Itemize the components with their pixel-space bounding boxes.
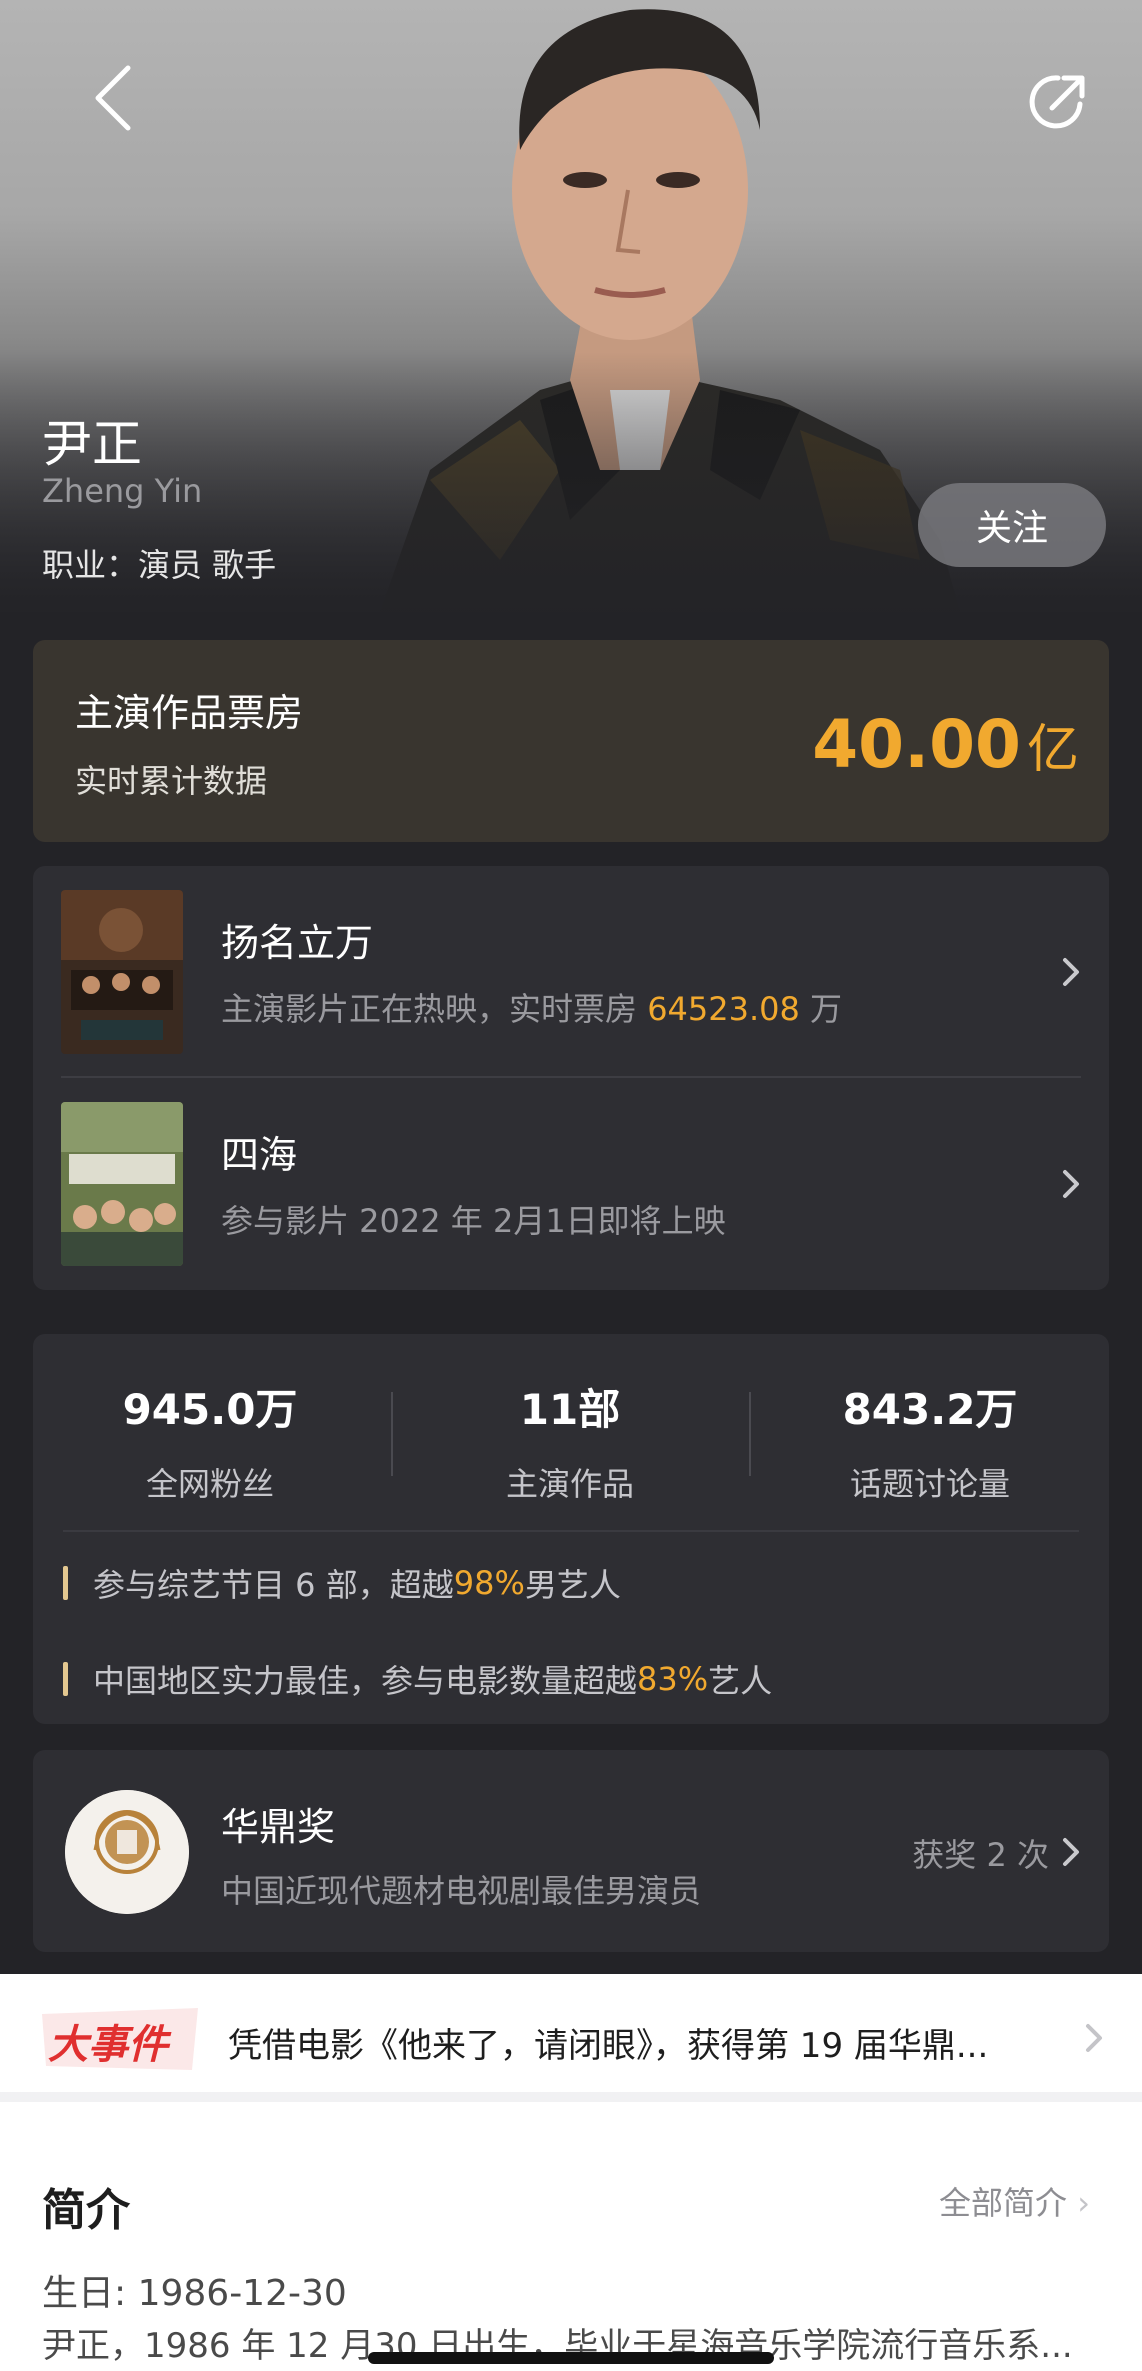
movies-card: 扬名立万 主演影片正在热映，实时票房 64523.08 万 四海 参与影片 20… [33,866,1109,1290]
chevron-right-icon [1063,1838,1079,1866]
boxoffice-number: 40.00 [812,706,1021,783]
stat-label: 全网粉丝 [145,1465,274,1503]
fact-text: 参与综艺节目 6 部，超越 [93,1566,454,1604]
boxoffice-subtitle: 实时累计数据 [75,762,268,800]
share-icon[interactable] [1028,70,1090,132]
chevron-right-icon: › [1077,2184,1090,2222]
movie-boxoffice: 64523.08 [647,990,800,1028]
stat-value: 11部 [519,1385,621,1434]
movie-row-sihai[interactable]: 四海 参与影片 2022 年 2月1日即将上映 [33,1078,1109,1290]
movie-desc-text: 参与影片 2022 年 2月1日即将上映 [221,1202,726,1240]
boxoffice-unit: 亿 [1026,720,1079,780]
fact-variety: 参与综艺节目 6 部，超越 98% 男艺人 [63,1560,621,1606]
intro-all-link[interactable]: 全部简介 › [939,2178,1090,2224]
stat-fans: 945.0万 全网粉丝 [80,1376,340,1505]
events-badge-label: 大事件 [48,2022,168,2068]
back-arrow-icon[interactable] [88,62,142,134]
hero-banner: 尹正 Zheng Yin 职业：演员 歌手 关注 [0,0,1142,612]
stat-works: 11部 主演作品 [440,1376,700,1505]
movie-row-yangmingliwan[interactable]: 扬名立万 主演影片正在热映，实时票房 64523.08 万 [33,866,1109,1078]
movie-desc-text: 主演影片正在热映，实时票房 [221,990,648,1028]
chevron-right-icon [1063,1170,1079,1198]
fact-marker [63,1662,68,1696]
movie-poster [61,890,183,1054]
stat-discussion: 843.2万 话题讨论量 [800,1376,1060,1505]
events-banner[interactable]: 大事件 凭借电影《他来了，请闭眼》，获得第 19 届华鼎... [0,1974,1142,2102]
award-name: 华鼎奖 [221,1805,336,1849]
fact-suffix: 男艺人 [524,1566,621,1604]
divider [63,1530,1079,1532]
divider [749,1392,751,1476]
intro-birthday: 生日: 1986-12-30 [42,2273,347,2314]
stat-label: 主演作品 [505,1465,634,1503]
intro-title: 简介 [42,2185,130,2236]
actor-name: 尹正 [42,415,142,473]
fact-highlight: 83% [637,1660,709,1698]
fact-suffix: 艺人 [708,1662,773,1700]
follow-button[interactable]: 关注 [918,483,1106,567]
movie-poster [61,1102,183,1266]
fact-movies: 中国地区实力最佳，参与电影数量超越 83% 艺人 [63,1656,772,1702]
movie-title: 扬名立万 [221,921,374,965]
award-card[interactable]: 华鼎奖 中国近现代题材电视剧最佳男演员 获奖 2 次 [33,1750,1109,1952]
divider [391,1392,393,1476]
chevron-right-icon [1063,958,1079,986]
award-description: 中国近现代题材电视剧最佳男演员 [221,1872,702,1910]
stat-value: 945.0万 [122,1385,298,1434]
stat-label: 话题讨论量 [849,1465,1010,1503]
movie-description: 参与影片 2022 年 2月1日即将上映 [221,1196,726,1242]
movie-desc-unit: 万 [799,990,843,1028]
white-section: 大事件 凭借电影《他来了，请闭眼》，获得第 19 届华鼎... 简介 全部简介 … [0,1974,1142,2371]
stat-value: 843.2万 [842,1385,1018,1434]
home-indicator [368,2352,774,2364]
events-text: 凭借电影《他来了，请闭眼》，获得第 19 届华鼎... [228,2026,989,2066]
fact-highlight: 98% [453,1564,525,1602]
actor-name-english: Zheng Yin [42,472,203,510]
boxoffice-value: 40.00 亿 [812,706,1079,783]
award-count: 获奖 2 次 [912,1836,1049,1874]
fact-marker [63,1566,68,1600]
stats-card: 945.0万 全网粉丝 11部 主演作品 843.2万 话题讨论量 参与综艺节目… [33,1334,1109,1724]
award-logo-icon [65,1790,189,1914]
boxoffice-title: 主演作品票房 [75,691,304,735]
chevron-right-icon [1086,2024,1102,2052]
actor-profession: 职业：演员 歌手 [42,546,277,584]
boxoffice-card: 主演作品票房 实时累计数据 40.00 亿 [33,640,1109,842]
intro-all-label: 全部简介 [939,2184,1068,2222]
fact-text: 中国地区实力最佳，参与电影数量超越 [93,1662,638,1700]
movie-description: 主演影片正在热映，实时票房 64523.08 万 [221,984,842,1030]
movie-title: 四海 [221,1133,298,1177]
